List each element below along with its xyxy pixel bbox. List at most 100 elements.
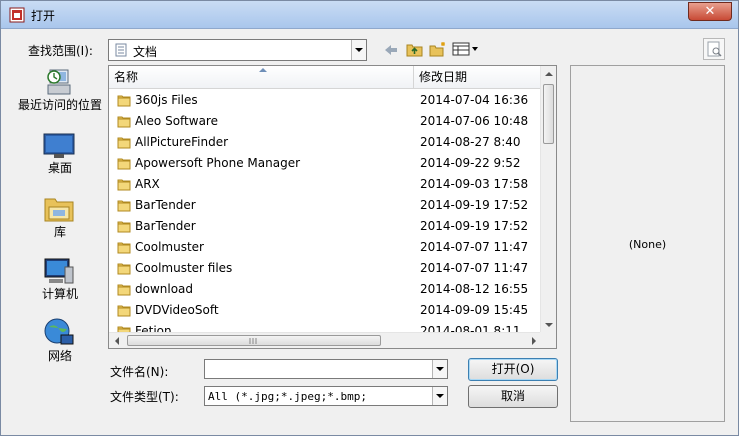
list-item[interactable]: Coolmuster files 2014-07-07 11:47 [109,258,542,279]
place-recent[interactable]: 最近访问的位置 [15,65,105,125]
libraries-icon [44,198,74,222]
network-icon [44,318,74,345]
vertical-scrollbar[interactable] [540,66,556,333]
app-icon [9,7,25,23]
chevron-down-icon [355,48,363,52]
close-button[interactable]: ✕ [688,2,732,21]
scroll-up-icon[interactable] [545,72,553,76]
place-label: 桌面 [47,161,72,175]
file-date: 2014-07-07 11:47 [420,261,529,275]
folder-icon [117,263,131,275]
file-date: 2014-09-09 15:45 [420,303,529,317]
list-item[interactable]: Aleo Software 2014-07-06 10:48 [109,111,542,132]
list-item[interactable]: Apowersoft Phone Manager 2014-09-22 9:52 [109,153,542,174]
up-folder-icon[interactable] [406,41,424,57]
place-libraries[interactable]: 库 [15,193,105,241]
filename-dropdown-button[interactable] [432,360,447,378]
place-label: 库 [53,225,66,239]
scroll-corner [540,332,556,348]
preview-placeholder: (None) [628,238,667,251]
list-item[interactable]: download 2014-08-12 16:55 [109,279,542,300]
filename-combobox[interactable] [204,359,448,379]
place-network[interactable]: 网络 [15,317,105,365]
preview-pane-button[interactable] [703,38,725,60]
column-header-name[interactable]: 名称 [109,66,414,88]
column-header-date[interactable]: 修改日期 [414,66,542,88]
folder-icon [117,137,131,149]
open-file-dialog: 打开 ✕ 查找范围(I): 文档 最近访问的位置 桌面 库 计算机 网络 名称 … [0,0,739,436]
folder-icon [117,305,131,317]
file-date: 2014-09-03 17:58 [420,177,529,191]
place-label: 最近访问的位置 [17,98,102,112]
desktop-icon [43,133,75,158]
chevron-down-icon [436,394,444,398]
folder-icon [117,116,131,128]
file-date: 2014-09-22 9:52 [420,156,521,170]
folder-icon [117,221,131,233]
file-date: 2014-09-19 17:52 [420,219,529,233]
open-button[interactable]: 打开(O) [468,358,558,381]
file-name: ARX [135,177,160,191]
file-name: Apowersoft Phone Manager [135,156,301,170]
list-item[interactable]: Coolmuster 2014-07-07 11:47 [109,237,542,258]
filename-label: 文件名(N): [110,365,169,379]
grip-icon [249,338,257,344]
sort-ascending-icon [259,68,267,72]
folder-icon [117,200,131,212]
place-desktop[interactable]: 桌面 [15,131,105,179]
file-name: AllPictureFinder [135,135,229,149]
folder-icon [117,284,131,296]
folder-icon [117,95,131,107]
preview-icon [707,41,722,57]
window-title: 打开 [31,9,56,23]
list-item[interactable]: BarTender 2014-09-19 17:52 [109,216,542,237]
file-date: 2014-09-19 17:52 [420,198,529,212]
list-header: 名称 修改日期 [109,66,542,89]
scroll-left-icon[interactable] [115,337,119,345]
filename-input[interactable] [207,361,429,377]
file-name: DVDVideoSoft [135,303,219,317]
file-name: Coolmuster files [135,261,233,275]
place-label: 计算机 [41,287,78,301]
preview-pane: (None) [570,65,725,422]
lookin-dropdown-button[interactable] [351,40,366,60]
horizontal-scrollbar[interactable] [109,332,542,348]
list-item[interactable]: AllPictureFinder 2014-08-27 8:40 [109,132,542,153]
filetype-select[interactable]: All (*.jpg;*.jpeg;*.bmp; [204,386,448,406]
lookin-label: 查找范围(I): [28,44,93,58]
filetype-dropdown-button[interactable] [432,387,447,405]
scroll-down-icon[interactable] [545,323,553,327]
file-list[interactable]: 名称 修改日期 360js Files 2014-07-04 16:36 Aleo … [108,65,557,349]
list-item[interactable]: BarTender 2014-09-19 17:52 [109,195,542,216]
cancel-button[interactable]: 取消 [468,385,558,408]
file-name: BarTender [135,219,196,233]
file-date: 2014-07-07 11:47 [420,240,529,254]
view-menu-icon[interactable] [452,42,480,56]
file-date: 2014-08-12 16:55 [420,282,529,296]
file-name: download [135,282,194,296]
lookin-combobox[interactable]: 文档 [108,39,367,61]
list-item[interactable]: DVDVideoSoft 2014-09-09 15:45 [109,300,542,321]
scroll-right-icon[interactable] [532,337,536,345]
filetype-label: 文件类型(T): [110,390,179,404]
new-folder-icon[interactable] [429,41,447,57]
vertical-scroll-thumb[interactable] [543,84,554,144]
computer-icon [44,258,74,284]
horizontal-scroll-thumb[interactable] [127,335,381,346]
lookin-value: 文档 [133,45,158,59]
file-name: Aleo Software [135,114,218,128]
documents-icon [115,43,127,57]
title-bar[interactable]: 打开 ✕ [1,1,738,29]
folder-icon [117,179,131,191]
place-computer[interactable]: 计算机 [15,255,105,303]
list-item[interactable]: 360js Files 2014-07-04 16:36 [109,90,542,111]
list-item[interactable]: ARX 2014-09-03 17:58 [109,174,542,195]
chevron-down-icon [436,367,444,371]
file-name: Coolmuster [135,240,204,254]
recent-places-icon [47,69,71,95]
back-arrow-icon[interactable] [383,43,399,57]
file-date: 2014-08-27 8:40 [420,135,521,149]
file-name: 360js Files [135,93,198,107]
file-date: 2014-07-04 16:36 [420,93,529,107]
filetype-value: All (*.jpg;*.jpeg;*.bmp; [208,390,367,403]
